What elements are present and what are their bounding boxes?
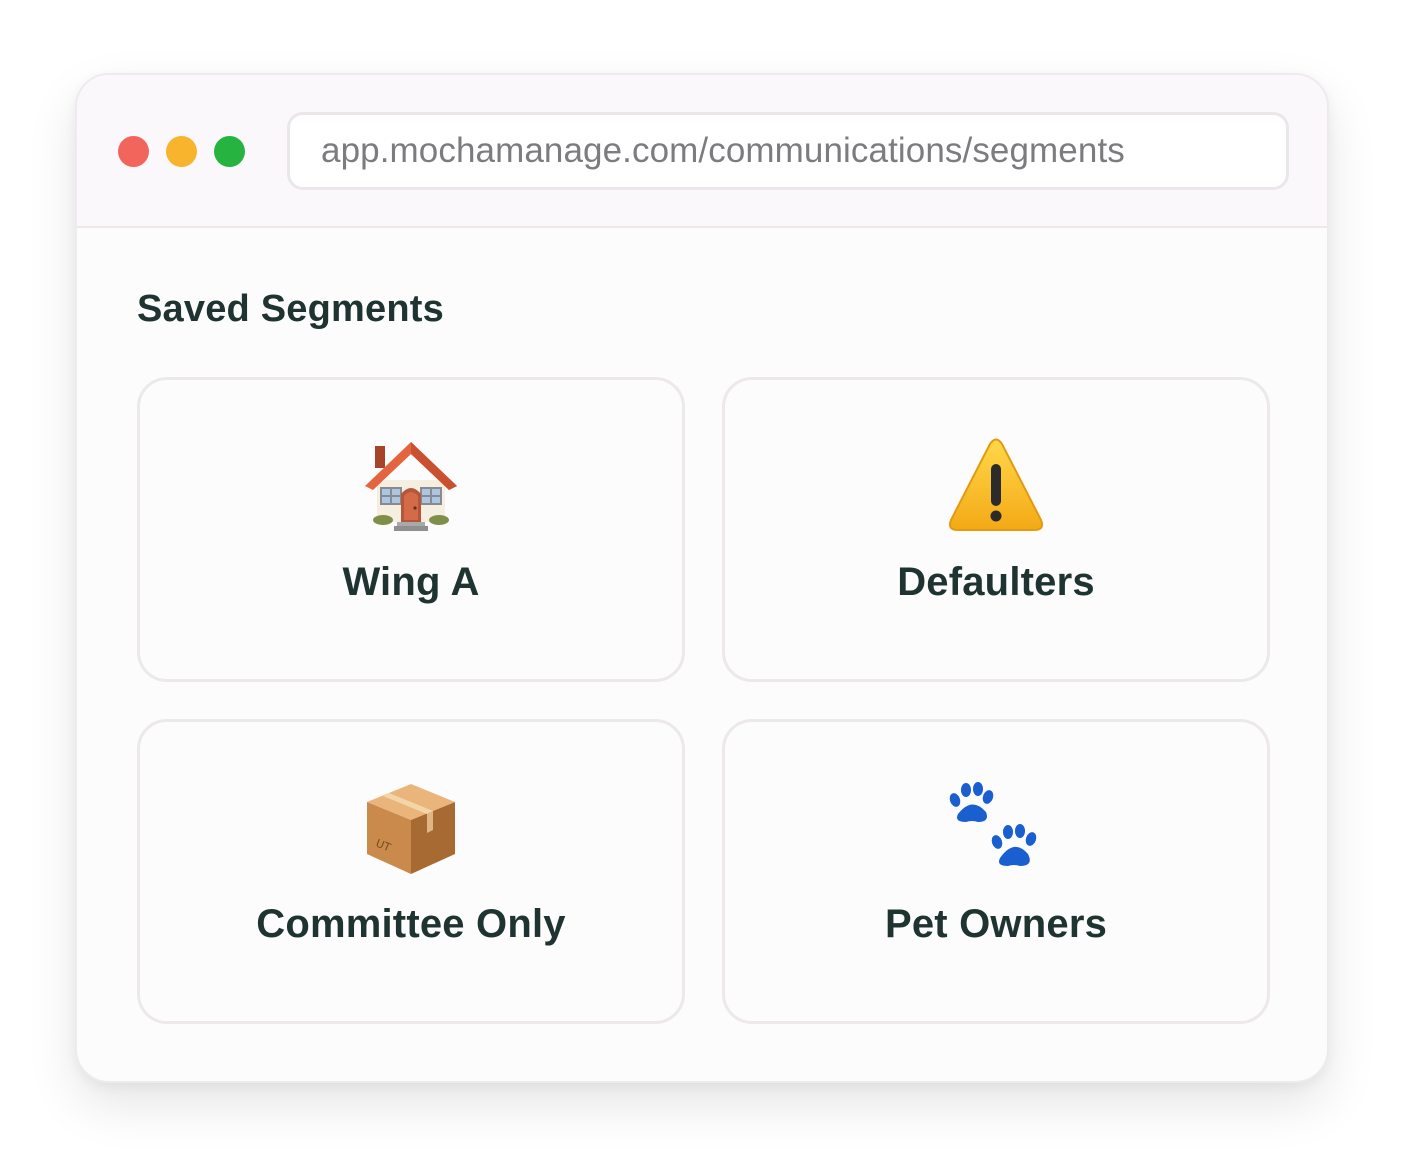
browser-titlebar: app.mochamanage.com/communications/segme…	[77, 75, 1327, 228]
segment-label: Pet Owners	[884, 902, 1108, 946]
close-window-button[interactable]	[118, 136, 149, 167]
segment-label: Wing A	[342, 560, 480, 604]
browser-window: app.mochamanage.com/communications/segme…	[75, 73, 1329, 1083]
warning-icon	[725, 436, 1267, 536]
page-title: Saved Segments	[137, 288, 444, 330]
address-bar[interactable]: app.mochamanage.com/communications/segme…	[287, 112, 1289, 190]
paw-prints-icon	[725, 778, 1267, 878]
segment-card-pet-owners[interactable]: Pet Owners	[722, 719, 1270, 1024]
segment-card-committee-only[interactable]: UT Committee Only	[137, 719, 685, 1024]
segment-card-defaulters[interactable]: Defaulters	[722, 377, 1270, 682]
page-content: Saved Segments Wing A Defaulters UT Comm…	[77, 228, 1327, 1081]
maximize-window-button[interactable]	[214, 136, 245, 167]
segment-label: Defaulters	[897, 560, 1095, 604]
package-icon: UT	[140, 778, 682, 878]
segment-card-wing-a[interactable]: Wing A	[137, 377, 685, 682]
minimize-window-button[interactable]	[166, 136, 197, 167]
segment-label: Committee Only	[256, 902, 566, 946]
house-icon	[140, 436, 682, 536]
address-bar-url: app.mochamanage.com/communications/segme…	[321, 131, 1125, 170]
